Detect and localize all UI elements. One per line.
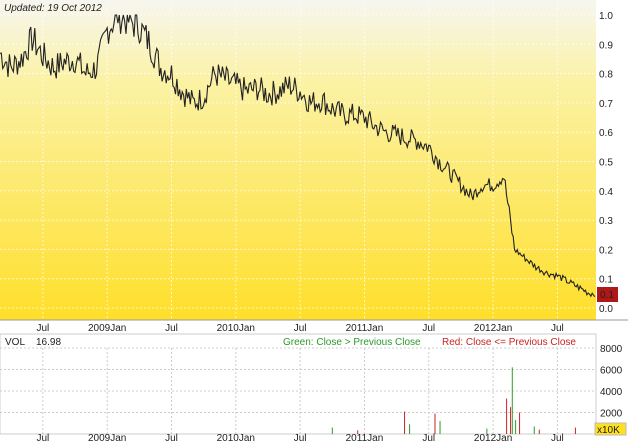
volume-y-axis: 8000 6000 4000 2000 <box>600 344 623 420</box>
price-y-tick: 0.3 <box>599 216 613 227</box>
x-tick-label: 2012Jan <box>474 323 512 334</box>
x-tick-label: Jul <box>422 323 435 334</box>
vol-indicator-value: 16.98 <box>36 337 61 348</box>
x-tick-label: Jul <box>36 433 49 444</box>
price-y-tick: 0.5 <box>599 158 613 169</box>
x-tick-label: Jul <box>165 323 178 334</box>
price-y-tick: 1.0 <box>599 11 613 22</box>
x-tick-label: Jul <box>294 433 307 444</box>
price-y-tick: 0.9 <box>599 40 613 51</box>
volume-x-axis: Jul 2009Jan Jul 2010Jan Jul 2011Jan Jul 2012Jan… <box>36 433 563 444</box>
vol-y-tick: 4000 <box>600 387 623 398</box>
updated-label: Updated: 19 Oct 2012 <box>4 3 102 14</box>
legend-green: Green: Close > Previous Close <box>283 337 421 348</box>
last-value-text: 0.1 <box>600 290 614 301</box>
vol-y-tick: 6000 <box>600 366 623 377</box>
stock-chart: Updated: 19 Oct 2012 1.0 0.9 0.8 0.7 0.6 0.5 0… <box>0 0 628 444</box>
x-tick-label: 2012Jan <box>474 433 512 444</box>
price-y-tick: 0.1 <box>599 275 613 286</box>
price-x-axis: Jul 2009Jan Jul 2010Jan Jul 2011Jan Jul 2012Jan… <box>36 323 563 334</box>
x-tick-label: 2011Jan <box>346 323 384 334</box>
unit-badge-text: x10K <box>597 425 620 436</box>
x-tick-label: Jul <box>36 323 49 334</box>
x-tick-label: Jul <box>422 433 435 444</box>
vol-indicator-label: VOL <box>5 337 25 348</box>
x-tick-label: 2009Jan <box>88 323 126 334</box>
x-tick-label: 2010Jan <box>217 433 255 444</box>
x-tick-label: Jul <box>551 433 564 444</box>
price-y-axis: 1.0 0.9 0.8 0.7 0.6 0.5 0.4 0.3 0.2 0.1 0.0 <box>599 11 613 315</box>
price-y-tick: 0.2 <box>599 245 613 256</box>
x-tick-label: 2009Jan <box>88 433 126 444</box>
price-y-tick: 0.7 <box>599 99 613 110</box>
x-tick-label: Jul <box>165 433 178 444</box>
legend-red: Red: Close <= Previous Close <box>442 337 576 348</box>
price-plot-area <box>0 0 596 320</box>
price-y-tick: 0.0 <box>599 304 613 315</box>
x-tick-label: Jul <box>294 323 307 334</box>
x-tick-label: Jul <box>551 323 564 334</box>
price-y-tick: 0.8 <box>599 70 613 81</box>
vol-y-tick: 2000 <box>600 409 623 420</box>
vol-y-tick: 8000 <box>600 344 623 355</box>
x-tick-label: 2010Jan <box>217 323 255 334</box>
price-y-tick: 0.6 <box>599 128 613 139</box>
x-tick-label: 2011Jan <box>346 433 384 444</box>
price-y-tick: 0.4 <box>599 187 613 198</box>
